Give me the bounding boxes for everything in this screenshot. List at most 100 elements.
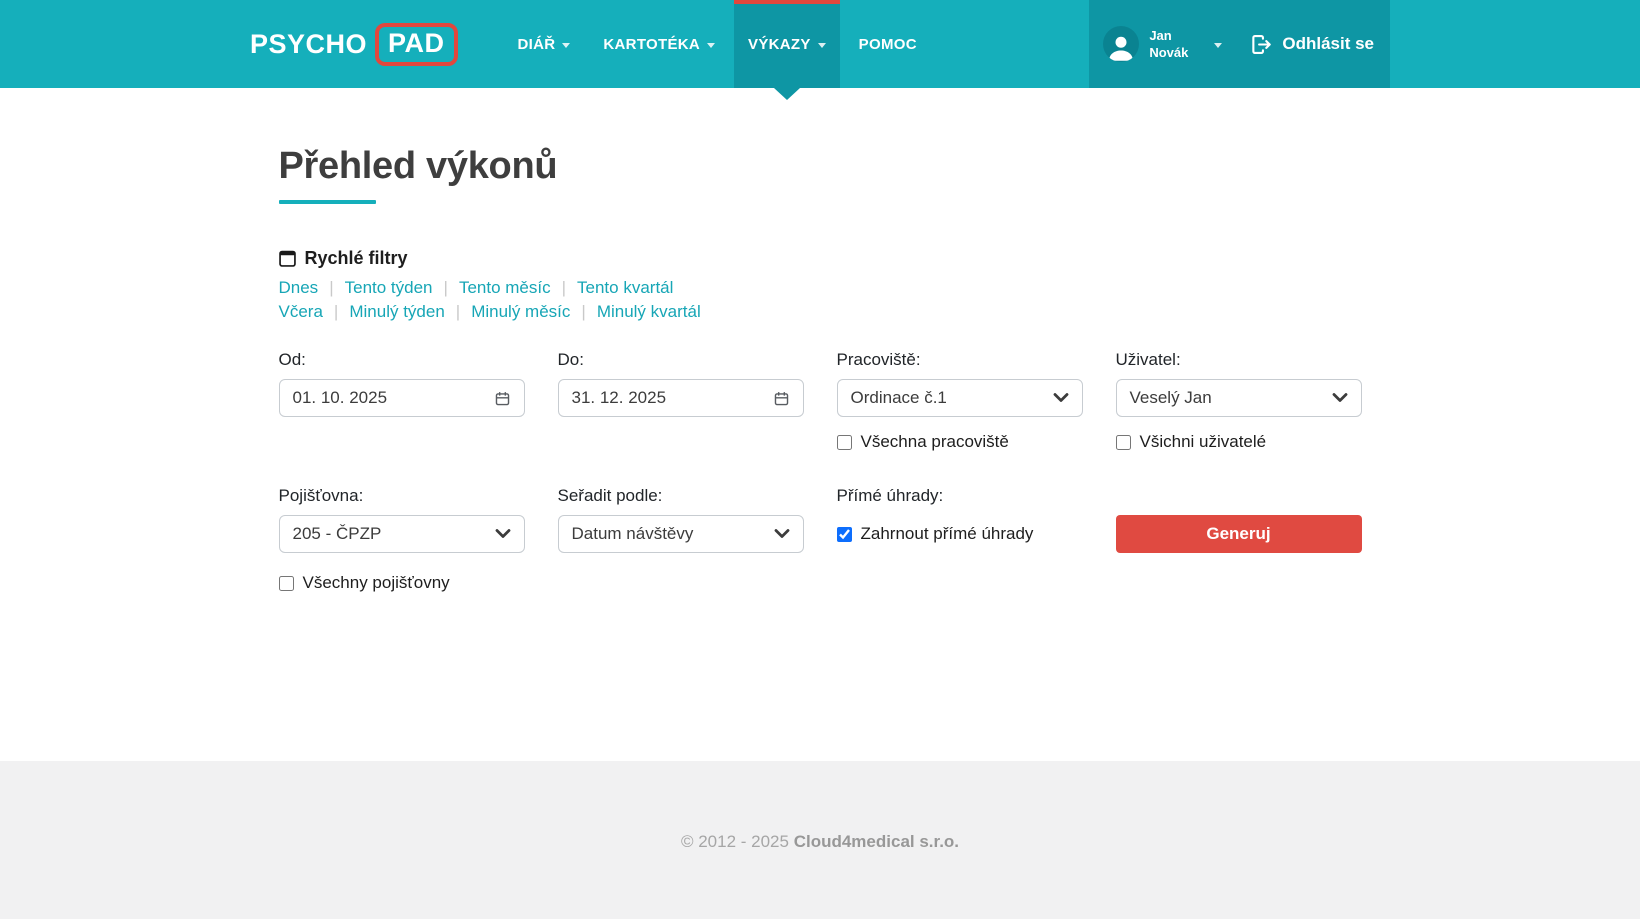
- vsechny-pojistovny-label: Všechny pojišťovny: [303, 573, 450, 593]
- vsechna-pracoviste-checkbox[interactable]: [837, 435, 852, 450]
- pracoviste-label: Pracoviště:: [837, 350, 1083, 370]
- separator: |: [329, 276, 333, 299]
- date-to-value: 31. 12. 2025: [572, 388, 773, 408]
- caret-down-icon: [818, 43, 826, 48]
- separator: |: [581, 300, 585, 323]
- logout-icon: [1250, 33, 1273, 56]
- date-from-value: 01. 10. 2025: [293, 388, 494, 408]
- field-uzivatel: Uživatel: Veselý Jan Všichni uživatelé: [1116, 350, 1362, 452]
- vsechna-pracoviste-label: Všechna pracoviště: [861, 432, 1009, 452]
- vsechny-pojistovny-checkbox[interactable]: [279, 576, 294, 591]
- quick-filters-header: Rychlé filtry: [279, 248, 1362, 269]
- title-underline: [279, 200, 376, 204]
- prime-uhrady-label: Přímé úhrady:: [837, 486, 1083, 506]
- top-navbar: PSYCHO PAD DIÁŘ KARTOTÉKA VÝKAZY POMOC: [0, 0, 1640, 88]
- nav-item-vykazy[interactable]: VÝKAZY: [734, 0, 840, 88]
- vsichni-uzivatele-checkbox-row: Všichni uživatelé: [1116, 432, 1362, 452]
- serazeni-selected-value: Datum návštěvy: [572, 524, 774, 544]
- user-first-name: Jan: [1149, 27, 1188, 44]
- field-generate: Generuj: [1116, 486, 1362, 593]
- page-title: Přehled výkonů: [279, 145, 1362, 188]
- field-pojistovna: Pojišťovna: 205 - ČPZP Všechny pojišťovn…: [279, 486, 525, 593]
- page-footer: © 2012 - 2025 Cloud4medical s.r.o.: [0, 761, 1640, 919]
- user-menu[interactable]: Jan Novák: [1103, 0, 1222, 88]
- main-content: Přehled výkonů Rychlé filtry Dnes | Tent…: [0, 88, 1640, 761]
- nav-item-kartoteka[interactable]: KARTOTÉKA: [589, 0, 729, 88]
- filter-link-tento-mesic[interactable]: Tento měsíc: [459, 276, 551, 299]
- zahrnout-prime-uhrady-label: Zahrnout přímé úhrady: [861, 524, 1034, 544]
- nav-item-label: DIÁŘ: [518, 36, 556, 53]
- field-do: Do: 31. 12. 2025: [558, 350, 804, 452]
- vsichni-uzivatele-checkbox[interactable]: [1116, 435, 1131, 450]
- chevron-down-icon: [1053, 393, 1069, 403]
- chevron-down-icon: [1332, 393, 1348, 403]
- filter-link-tento-kvartal[interactable]: Tento kvartál: [577, 276, 673, 299]
- field-pracoviste: Pracoviště: Ordinace č.1 Všechna pracovi…: [837, 350, 1083, 452]
- separator: |: [334, 300, 338, 323]
- generate-button[interactable]: Generuj: [1116, 515, 1362, 553]
- chevron-down-icon: [495, 529, 511, 539]
- calendar-picker-icon[interactable]: [494, 390, 511, 407]
- do-label: Do:: [558, 350, 804, 370]
- nav-item-label: KARTOTÉKA: [603, 36, 700, 53]
- vsichni-uzivatele-label: Všichni uživatelé: [1140, 432, 1267, 452]
- field-serazeni: Seřadit podle: Datum návštěvy: [558, 486, 804, 593]
- app-logo[interactable]: PSYCHO PAD: [250, 0, 458, 88]
- pracoviste-selected-value: Ordinace č.1: [851, 388, 1053, 408]
- vsechny-pojistovny-checkbox-row: Všechny pojišťovny: [279, 573, 525, 593]
- nav-item-label: VÝKAZY: [748, 36, 811, 53]
- field-prime-uhrady: Přímé úhrady: Zahrnout přímé úhrady: [837, 486, 1083, 593]
- nav-item-diar[interactable]: DIÁŘ: [504, 0, 585, 88]
- filter-link-tento-tyden[interactable]: Tento týden: [345, 276, 433, 299]
- caret-down-icon: [707, 43, 715, 48]
- uzivatel-label: Uživatel:: [1116, 350, 1362, 370]
- calendar-icon: [279, 250, 296, 267]
- separator: |: [444, 276, 448, 299]
- logo-text-psycho: PSYCHO: [250, 29, 367, 60]
- logout-label: Odhlásit se: [1282, 34, 1374, 54]
- person-icon: [1106, 32, 1136, 62]
- nav-item-pomoc[interactable]: POMOC: [845, 0, 931, 88]
- filter-link-minuly-tyden[interactable]: Minulý týden: [349, 300, 444, 323]
- filter-link-minuly-mesic[interactable]: Minulý měsíc: [471, 300, 570, 323]
- uzivatel-selected-value: Veselý Jan: [1130, 388, 1332, 408]
- date-to-input[interactable]: 31. 12. 2025: [558, 379, 804, 417]
- od-label: Od:: [279, 350, 525, 370]
- main-nav: DIÁŘ KARTOTÉKA VÝKAZY POMOC: [504, 0, 936, 88]
- navbar-container: PSYCHO PAD DIÁŘ KARTOTÉKA VÝKAZY POMOC: [250, 0, 1390, 88]
- serazeni-select[interactable]: Datum návštěvy: [558, 515, 804, 553]
- uzivatel-select[interactable]: Veselý Jan: [1116, 379, 1362, 417]
- quick-filters-heading: Rychlé filtry: [305, 248, 408, 269]
- separator: |: [456, 300, 460, 323]
- report-filter-form: Od: 01. 10. 2025 Do: 31. 12. 2025: [279, 350, 1362, 593]
- quick-filters-row-1: Dnes | Tento týden | Tento měsíc | Tento…: [279, 276, 1362, 299]
- copyright-text: © 2012 - 2025: [681, 832, 789, 851]
- pojistovna-selected-value: 205 - ČPZP: [293, 524, 495, 544]
- serazeni-label: Seřadit podle:: [558, 486, 804, 506]
- company-name: Cloud4medical s.r.o.: [794, 832, 959, 851]
- pracoviste-select[interactable]: Ordinace č.1: [837, 379, 1083, 417]
- user-name: Jan Novák: [1149, 27, 1188, 61]
- nav-item-label: POMOC: [859, 36, 917, 53]
- navbar-user-section: Jan Novák Odhlásit se: [1089, 0, 1390, 88]
- quick-filters: Rychlé filtry Dnes | Tento týden | Tento…: [279, 248, 1362, 323]
- date-from-input[interactable]: 01. 10. 2025: [279, 379, 525, 417]
- pojistovna-select[interactable]: 205 - ČPZP: [279, 515, 525, 553]
- filter-link-vcera[interactable]: Včera: [279, 300, 323, 323]
- caret-down-icon: [562, 43, 570, 48]
- filter-link-dnes[interactable]: Dnes: [279, 276, 319, 299]
- user-avatar-icon: [1103, 26, 1139, 62]
- zahrnout-prime-uhrady-checkbox[interactable]: [837, 527, 852, 542]
- vsechna-pracoviste-checkbox-row: Všechna pracoviště: [837, 432, 1083, 452]
- calendar-picker-icon[interactable]: [773, 390, 790, 407]
- logo-text-pad: PAD: [375, 23, 458, 66]
- logout-button[interactable]: Odhlásit se: [1250, 0, 1374, 88]
- chevron-down-icon: [774, 529, 790, 539]
- separator: |: [562, 276, 566, 299]
- quick-filters-row-2: Včera | Minulý týden | Minulý měsíc | Mi…: [279, 300, 1362, 323]
- caret-down-icon: [1214, 43, 1222, 48]
- filter-link-minuly-kvartal[interactable]: Minulý kvartál: [597, 300, 701, 323]
- field-od: Od: 01. 10. 2025: [279, 350, 525, 452]
- user-last-name: Novák: [1149, 44, 1188, 61]
- zahrnout-prime-uhrady-checkbox-row: Zahrnout přímé úhrady: [837, 515, 1083, 553]
